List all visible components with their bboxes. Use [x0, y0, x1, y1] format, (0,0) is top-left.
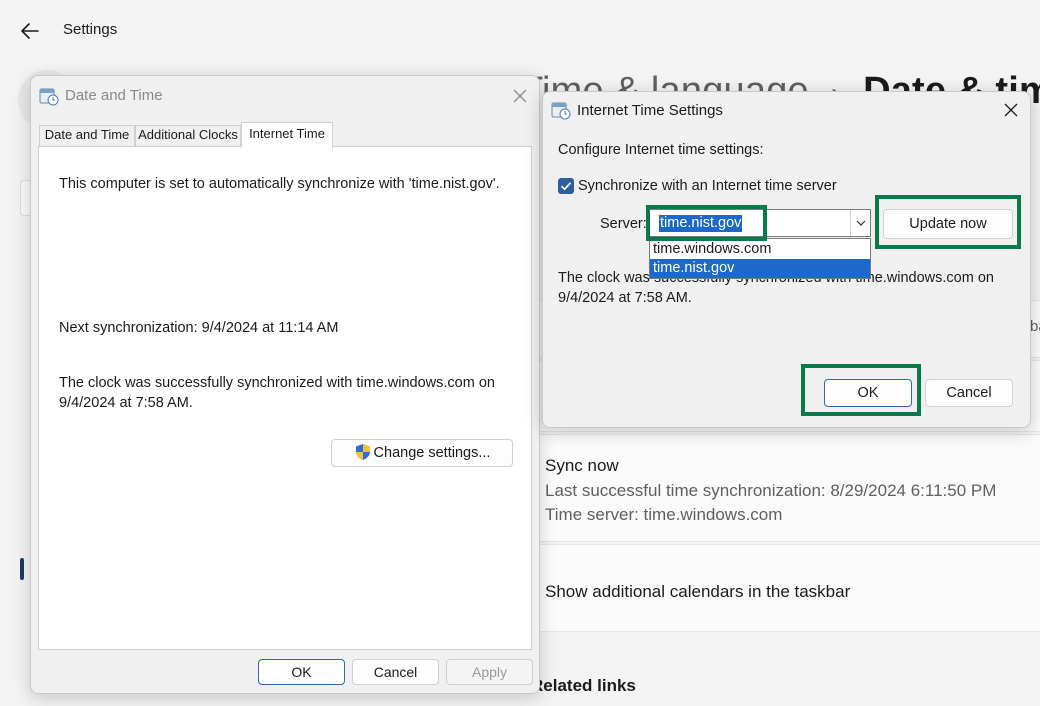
configure-label: Configure Internet time settings:	[558, 142, 764, 158]
internet-time-settings-dialog: Internet Time Settings Configure Interne…	[542, 91, 1031, 428]
uac-shield-icon	[354, 443, 372, 470]
highlight-box-server	[646, 205, 767, 241]
dialog-title: Date and Time	[65, 87, 163, 104]
card-partial-text: ba	[1030, 318, 1040, 335]
settings-app-title: Settings	[63, 21, 118, 38]
additional-calendars-label: Show additional calendars in the taskbar	[545, 582, 851, 601]
server-option[interactable]: time.windows.com	[650, 240, 870, 259]
sync-now-title: Sync now	[545, 456, 619, 475]
close-icon[interactable]	[510, 86, 530, 106]
auto-sync-text: This computer is set to automatically sy…	[59, 176, 500, 192]
time-server-text: Time server: time.windows.com	[545, 505, 783, 524]
date-time-app-icon	[39, 86, 59, 106]
change-settings-label: Change settings...	[373, 445, 491, 461]
internet-time-panel: This computer is set to automatically sy…	[38, 146, 532, 650]
highlight-box-ok	[801, 364, 921, 416]
date-and-time-dialog: Date and Time Date and Time Additional C…	[30, 75, 540, 694]
tab-date-and-time[interactable]: Date and Time	[39, 125, 135, 146]
ok-button[interactable]: OK	[258, 659, 345, 685]
chevron-down-icon[interactable]	[850, 210, 870, 236]
apply-button: Apply	[446, 659, 533, 685]
server-dropdown-list: time.windows.com time.nist.gov	[649, 238, 871, 279]
last-sync-text: Last successful time synchronization: 8/…	[545, 481, 997, 500]
related-links-heading: Related links	[531, 676, 636, 695]
cancel-button[interactable]: Cancel	[925, 379, 1013, 407]
tab-additional-clocks[interactable]: Additional Clocks	[135, 125, 241, 146]
server-label: Server:	[600, 216, 647, 232]
change-settings-button[interactable]: Change settings...	[331, 439, 513, 467]
sync-checkbox-label[interactable]: Synchronize with an Internet time server	[578, 178, 837, 194]
cancel-button[interactable]: Cancel	[352, 659, 439, 685]
clock-sync-text: The clock was successfully synchronized …	[59, 375, 495, 411]
tab-internet-time[interactable]: Internet Time	[241, 122, 333, 148]
back-arrow-icon[interactable]	[18, 20, 42, 42]
highlight-box-update-now	[875, 195, 1021, 249]
nav-selection-indicator	[20, 558, 24, 580]
close-icon[interactable]	[1001, 100, 1021, 120]
date-time-app-icon	[551, 100, 571, 120]
sync-checkbox[interactable]	[558, 178, 574, 194]
next-sync-text: Next synchronization: 9/4/2024 at 11:14 …	[59, 320, 339, 336]
dialog-title: Internet Time Settings	[577, 102, 723, 119]
server-option-selected[interactable]: time.nist.gov	[650, 259, 870, 278]
